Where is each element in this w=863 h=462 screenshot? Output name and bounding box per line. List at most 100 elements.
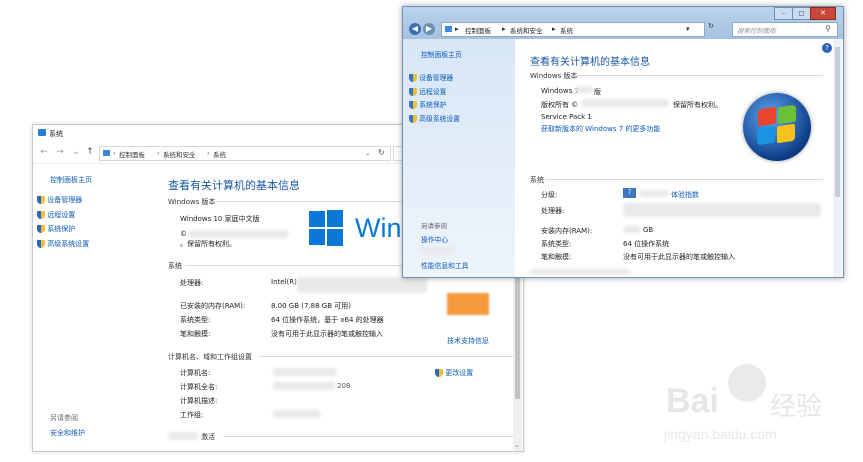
change-settings-button[interactable]: 更改设置 [435,368,473,378]
control-panel-home-link[interactable]: 控制面板主页 [421,49,462,59]
shield-icon [37,196,45,204]
dropdown-chevron-icon[interactable]: ⌄ [365,149,370,157]
edition-value: Windows 10 家庭中文版 [180,215,260,223]
system-type-label: 系统类型: [541,240,572,248]
redacted-full-name [273,382,335,390]
description-label: 计算机描述: [180,397,218,405]
oem-logo [447,293,489,315]
watermark-brand2: 经验 [770,392,823,422]
support-info-link[interactable]: 技术支持信息 [447,336,489,346]
separator-icon: › [157,149,160,157]
watermark-brand: Bai [666,382,719,420]
win7-system-window: – □ ✕ ◀ ▶ ▸ 控制面板 ▸ 系统和安全 ▸ 系统 ▾ ↻ 搜索控制面板… [402,6,844,278]
redacted-owner [189,230,289,238]
breadcrumb-security[interactable]: 系统和安全 [163,149,196,159]
address-bar[interactable]: › 控制面板 › 系统和安全 › 系统 ⌄ ↻ [99,146,391,161]
search-box[interactable]: 搜索控制面板 ⚲ [732,22,838,37]
redacted-processor [623,203,821,217]
breadcrumb-control-panel[interactable]: 控制面板 [119,149,145,159]
redacted-computer-name [273,368,337,376]
recent-chevron-icon[interactable]: ⌄ [71,147,81,157]
nav-item-device-manager[interactable]: 设备管理器 [409,72,460,86]
help-icon[interactable]: ? [822,43,832,53]
left-nav-list: 设备管理器 远程设置 系统保护 高级系统设置 [37,195,89,253]
refresh-icon[interactable]: ↻ [378,148,385,157]
full-name-suffix: 208 [337,382,351,390]
pen-touch-value: 没有可用于此显示器的笔或触控输入 [271,330,383,338]
paw-icon [728,364,766,402]
rights-text: 保留所有权利。 [673,101,722,109]
redacted-score [639,190,669,197]
address-bar[interactable]: ▸ 控制面板 ▸ 系统和安全 ▸ 系统 ▾ [441,22,705,37]
control-panel-home-link[interactable]: 控制面板主页 [50,175,92,185]
redacted-owner [581,99,669,107]
search-placeholder: 搜索控制面板 [737,27,776,35]
shield-icon [409,114,417,123]
forward-arrow-icon[interactable]: ▶ [423,23,435,35]
search-icon[interactable]: ⚲ [825,24,831,33]
breadcrumb-system[interactable]: 系统 [560,25,573,35]
service-pack-value: Service Pack 1 [541,113,592,121]
shield-icon [37,239,45,248]
breadcrumb-security[interactable]: 系统和安全 [510,25,543,35]
redacted-edition [575,86,593,93]
nav-item-advanced-settings[interactable]: 高级系统设置 [409,113,460,127]
action-center-link[interactable]: 操作中心 [421,234,448,244]
performance-tools-link[interactable]: 性能信息和工具 [421,260,469,270]
see-also-title: 另请参阅 [421,222,447,230]
scroll-down-icon[interactable]: ⌄ [514,441,520,449]
nav-item-remote-settings[interactable]: 远程设置 [409,86,460,100]
page-heading: 查看有关计算机的基本信息 [530,57,650,68]
up-arrow-icon[interactable]: ↑ [85,147,95,157]
windows7-logo-icon [743,93,811,161]
control-panel-icon [445,26,452,32]
breadcrumb-system[interactable]: 系统 [213,149,226,159]
minimize-button[interactable]: – [774,7,793,20]
redacted-workgroup [273,410,321,418]
refresh-icon[interactable]: ↻ [708,22,720,35]
close-button[interactable]: ✕ [810,7,836,20]
computer-name-label: 计算机名: [180,369,211,377]
window-chrome: – □ ✕ ◀ ▶ ▸ 控制面板 ▸ 系统和安全 ▸ 系统 ▾ ↻ 搜索控制面板… [403,7,843,39]
dropdown-chevron-icon[interactable]: ▾ [686,25,690,33]
full-name-label: 计算机全名: [180,383,218,391]
redacted-link [421,247,453,254]
nav-item-advanced-settings[interactable]: 高级系统设置 [37,239,89,254]
ram-label: 已安装的内存(RAM): [180,302,246,310]
experience-index-badge[interactable]: 7 [623,188,636,198]
separator-icon: ▸ [502,25,506,33]
shield-icon [409,101,417,109]
divider [575,75,823,76]
redacted-processor [297,277,427,293]
edition-value: Windows 7 [541,87,579,95]
experience-index-link[interactable]: 体验指数 [671,190,699,200]
security-maintenance-link[interactable]: 安全和维护 [50,428,85,438]
vertical-scrollbar[interactable] [833,39,842,277]
control-panel-icon [103,150,110,156]
breadcrumb-control-panel[interactable]: 控制面板 [465,25,491,35]
nav-item-remote-settings[interactable]: 远程设置 [37,210,89,225]
nav-item-system-protection[interactable]: 系统保护 [37,224,89,239]
back-arrow-icon[interactable]: ◀ [409,23,421,35]
separator-icon: › [113,149,116,157]
left-pane: 控制面板主页 设备管理器 远程设置 系统保护 高级系统设置 另请参阅 操作中心 … [403,39,515,277]
maximize-button[interactable]: □ [792,7,811,20]
system-section-title: 系统 [168,262,182,270]
back-arrow-icon[interactable]: ← [39,147,49,157]
more-features-link[interactable]: 获取新版本的 Windows 7 的更多功能 [541,124,660,134]
ram-value: 8.00 GB (7.88 GB 可用) [271,302,351,310]
nav-item-system-protection[interactable]: 系统保护 [409,99,460,113]
edition-suffix: 版 [594,88,601,96]
scrollbar-thumb[interactable] [835,47,840,197]
divider [545,179,823,180]
left-nav-list: 设备管理器 远程设置 系统保护 高级系统设置 [409,72,460,126]
nav-item-device-manager[interactable]: 设备管理器 [37,195,89,210]
pen-touch-label: 笔和触摸: [541,253,572,261]
activation-section-title: 激活 [201,433,215,441]
ram-value: GB [643,226,654,234]
watermark-url: jingyan.baidu.com [664,426,777,442]
forward-arrow-icon[interactable]: → [55,147,65,157]
copyright-prefix: 版权所有 © [541,101,579,109]
divider [259,356,513,357]
windows-logo-text: Win [355,213,402,243]
